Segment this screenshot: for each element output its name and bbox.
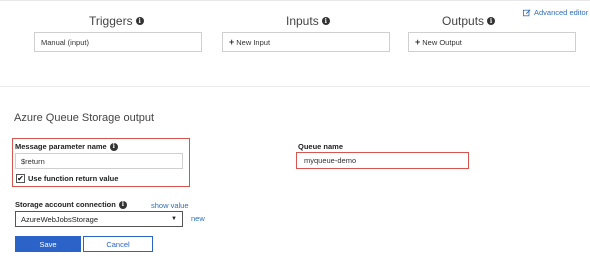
message-param-label: Message parameter name xyxy=(15,142,107,151)
section-title: Azure Queue Storage output xyxy=(14,112,155,124)
triggers-label: Triggers xyxy=(89,14,133,28)
new-input-label: New Input xyxy=(236,37,271,47)
trigger-label: Manual (input) xyxy=(41,37,89,47)
storage-value: AzureWebJobsStorage xyxy=(21,214,98,224)
use-return-label: Use function return value xyxy=(28,174,119,183)
plus-icon: + xyxy=(415,37,421,47)
show-value-link[interactable]: show value xyxy=(151,201,189,210)
check-icon: ✔ xyxy=(17,173,24,183)
info-icon[interactable]: i xyxy=(321,17,330,25)
use-return-row: ✔ Use function return value xyxy=(16,174,118,183)
storage-label-row: Storage account connection i xyxy=(15,200,127,209)
inputs-label: Inputs xyxy=(286,14,319,28)
use-return-checkbox[interactable]: ✔ xyxy=(16,174,25,183)
queue-name-label: Queue name xyxy=(298,142,344,151)
info-icon[interactable]: i xyxy=(118,200,127,209)
section-divider xyxy=(0,86,590,87)
advanced-editor-label: Advanced editor xyxy=(534,8,589,17)
message-param-label-row: Message parameter name i xyxy=(15,142,118,151)
new-input-button[interactable]: + New Input xyxy=(222,32,390,52)
info-icon[interactable]: i xyxy=(487,17,496,25)
new-output-label: New Output xyxy=(422,37,462,47)
top-border xyxy=(0,0,590,1)
info-icon[interactable]: i xyxy=(109,142,118,151)
cancel-button[interactable]: Cancel xyxy=(83,236,153,252)
storage-label: Storage account connection xyxy=(15,200,116,209)
outputs-label: Outputs xyxy=(442,14,485,28)
message-param-input[interactable]: $return xyxy=(15,153,183,169)
trigger-manual-input[interactable]: Manual (input) xyxy=(34,32,202,52)
inputs-heading: Inputs i xyxy=(286,14,330,28)
advanced-editor-link[interactable]: Advanced editor xyxy=(523,8,588,17)
edit-icon xyxy=(523,8,531,16)
outputs-heading: Outputs i xyxy=(442,14,496,28)
queue-name-value: myqueue-demo xyxy=(304,156,357,165)
message-param-value: $return xyxy=(21,156,45,166)
plus-icon: + xyxy=(229,37,235,47)
storage-select[interactable]: AzureWebJobsStorage ▼ xyxy=(15,211,183,227)
save-button[interactable]: Save xyxy=(15,236,81,252)
triggers-heading: Triggers i xyxy=(89,14,144,28)
info-icon[interactable]: i xyxy=(135,17,144,25)
new-connection-link[interactable]: new xyxy=(191,214,205,223)
new-output-button[interactable]: + New Output xyxy=(408,32,576,52)
queue-name-input[interactable]: myqueue-demo xyxy=(299,153,466,168)
dropdown-arrow-icon: ▼ xyxy=(171,216,177,222)
